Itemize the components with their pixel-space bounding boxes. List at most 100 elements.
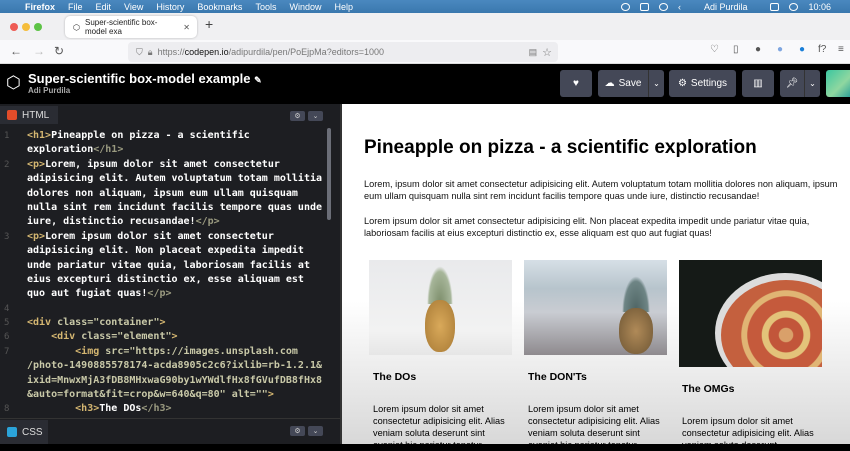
line-number: [0, 215, 27, 229]
forward-icon[interactable]: →: [33, 44, 45, 58]
browser-tab[interactable]: ⬡ Super-scientific box-model exa ✕: [65, 16, 197, 38]
codepen-logo-icon[interactable]: ⬡: [6, 73, 21, 93]
new-tab-button[interactable]: +: [205, 16, 213, 32]
menu-help[interactable]: Help: [334, 2, 353, 12]
code-token: <h1>: [27, 130, 52, 141]
menubar-user[interactable]: Adi Purdila: [704, 2, 748, 12]
code-line[interactable]: iure, distinctio recusandae! </p>: [0, 215, 325, 229]
theme-icon[interactable]: [658, 2, 668, 11]
chevron-down-icon: ⌄: [653, 79, 660, 88]
siri-icon[interactable]: [789, 2, 799, 11]
code-line[interactable]: 5 <div class="container" >: [0, 316, 325, 330]
code-line[interactable]: dolores non aliquam, ipsum eum ullam qui…: [0, 187, 325, 201]
pin-options-button[interactable]: ⌄: [804, 70, 820, 97]
lock-icon[interactable]: 🔒︎: [148, 47, 153, 58]
code-line[interactable]: 3 <p> Lorem ipsum dolor sit amet consectet…: [0, 230, 325, 244]
html-tab[interactable]: HTML: [0, 106, 58, 124]
line-number: [0, 359, 27, 373]
close-tab-icon[interactable]: ✕: [183, 23, 190, 32]
maximize-window-button[interactable]: [34, 23, 42, 31]
reader-view-icon[interactable]: ▤: [529, 47, 538, 58]
code-token: /photo-1490885578174-acda8905c2c6?ixlib=…: [27, 360, 323, 372]
line-number: 1: [4, 131, 10, 141]
pen-author[interactable]: Adi Purdila: [28, 86, 70, 95]
code-line[interactable]: nulla sint rem incidunt facilis tempore …: [0, 201, 325, 215]
extension-a-icon[interactable]: ●: [755, 44, 761, 55]
css-settings-button[interactable]: ⚙: [290, 426, 305, 436]
code-line[interactable]: 7 <img src="https://images.unsplash.com: [0, 345, 325, 359]
preview-heading: Pineapple on pizza - a scientific explor…: [364, 137, 757, 158]
code-line[interactable]: exploration </h1>: [0, 143, 325, 157]
code-token: class="element": [81, 331, 172, 343]
menu-edit[interactable]: Edit: [96, 2, 112, 12]
code-line[interactable]: &auto=format&fit=crop&w=640&q=80" alt=""…: [0, 388, 325, 402]
menu-bookmarks[interactable]: Bookmarks: [197, 2, 242, 12]
layout-button[interactable]: ▥: [742, 70, 774, 97]
camera-icon[interactable]: [639, 2, 649, 11]
preview-paragraph-2: Lorem ipsum dolor sit amet consectetur a…: [364, 216, 810, 238]
preview-paragraph-1: Lorem, ipsum dolor sit amet consectetur …: [364, 179, 838, 201]
code-area[interactable]: 1 <h1> Pineapple on pizza - a scientific ex…: [0, 129, 325, 417]
sidebar-icon[interactable]: ▯: [733, 44, 739, 55]
gear-icon: ⚙: [294, 428, 301, 435]
hamburger-menu-icon[interactable]: ≡: [838, 44, 844, 55]
code-line[interactable]: quo aut fugiat quas! </p>: [0, 287, 325, 301]
close-window-button[interactable]: [10, 23, 18, 31]
extension-globe-icon[interactable]: ●: [799, 44, 805, 55]
code-line[interactable]: 1 <h1> Pineapple on pizza - a scientific: [0, 129, 325, 143]
address-bar-field[interactable]: ⛉ 🔒︎ https://codepen.io/adipurdila/pen/P…: [128, 42, 558, 62]
css-icon: [7, 427, 17, 437]
extension-d-icon[interactable]: ●: [777, 44, 783, 55]
like-button[interactable]: ♥: [560, 70, 592, 97]
shield-icon[interactable]: ⛉: [136, 47, 143, 58]
code-line[interactable]: adipisicing elit. Autem voluptatum totam…: [0, 172, 325, 186]
menu-tools[interactable]: Tools: [255, 2, 276, 12]
menu-view[interactable]: View: [124, 2, 143, 12]
editor-scrollbar[interactable]: [327, 128, 331, 220]
css-collapse-button[interactable]: ⌄: [308, 426, 323, 436]
card-title: The OMGs: [682, 383, 735, 395]
code-line[interactable]: eius excepturi distinctio ex, esse aliqu…: [0, 273, 325, 287]
chevron-left-icon[interactable]: ‹: [678, 2, 681, 12]
css-tab[interactable]: CSS: [0, 420, 48, 444]
code-line[interactable]: ixid=MnwxMjA3fDB8MHxwaG90by1wYWdlfHx8fGV…: [0, 374, 325, 388]
pin-button[interactable]: 📌︎: [780, 70, 804, 97]
code-line[interactable]: 6 <div class="element" >: [0, 330, 325, 344]
pin-icon: 📌︎: [785, 78, 799, 89]
bookmark-star-icon[interactable]: ☆: [542, 46, 552, 59]
line-number: [0, 187, 27, 201]
menu-window[interactable]: Window: [289, 2, 321, 12]
settings-button[interactable]: ⚙ Settings: [669, 70, 736, 97]
html-collapse-button[interactable]: ⌄: [308, 111, 323, 121]
back-icon[interactable]: ←: [10, 44, 22, 58]
code-token: >: [159, 317, 166, 329]
user-avatar[interactable]: [826, 70, 850, 97]
code-line[interactable]: unde pariatur vitae quia, laboriosam fac…: [0, 259, 325, 273]
minimize-window-button[interactable]: [22, 23, 30, 31]
code-token: iure, distinctio recusandae!: [27, 216, 196, 228]
control-center-icon[interactable]: [770, 2, 780, 11]
status-icon[interactable]: [620, 2, 630, 11]
code-line[interactable]: adipisicing elit. Non placeat expedita i…: [0, 244, 325, 258]
css-editor-panel[interactable]: [0, 418, 340, 444]
code-line[interactable]: 8 <h3> The DOs </h3>: [0, 402, 325, 416]
code-token: >: [171, 331, 178, 343]
line-number: [0, 172, 27, 186]
save-button[interactable]: ☁ Save: [598, 70, 648, 97]
code-line[interactable]: /photo-1490885578174-acda8905c2c6?ixlib=…: [0, 359, 325, 373]
pocket-icon[interactable]: ♡: [710, 44, 719, 55]
pizza-image: [679, 260, 822, 367]
menu-app[interactable]: Firefox: [25, 2, 55, 12]
save-options-button[interactable]: ⌄: [648, 70, 664, 97]
font-finder-icon[interactable]: f?: [818, 44, 826, 55]
menu-file[interactable]: File: [68, 2, 83, 12]
reload-icon[interactable]: ↻: [54, 44, 64, 58]
edit-pencil-icon[interactable]: ✎: [254, 75, 262, 85]
pineapple-image: [369, 260, 512, 355]
menu-history[interactable]: History: [156, 2, 184, 12]
code-line[interactable]: 2 <p> Lorem, ipsum dolor sit amet consecte…: [0, 158, 325, 172]
pen-title[interactable]: Super-scientific box-model example ✎: [28, 71, 262, 86]
code-token: </p>: [147, 288, 172, 300]
html-settings-button[interactable]: ⚙: [290, 111, 305, 121]
code-line[interactable]: 4: [0, 302, 325, 316]
